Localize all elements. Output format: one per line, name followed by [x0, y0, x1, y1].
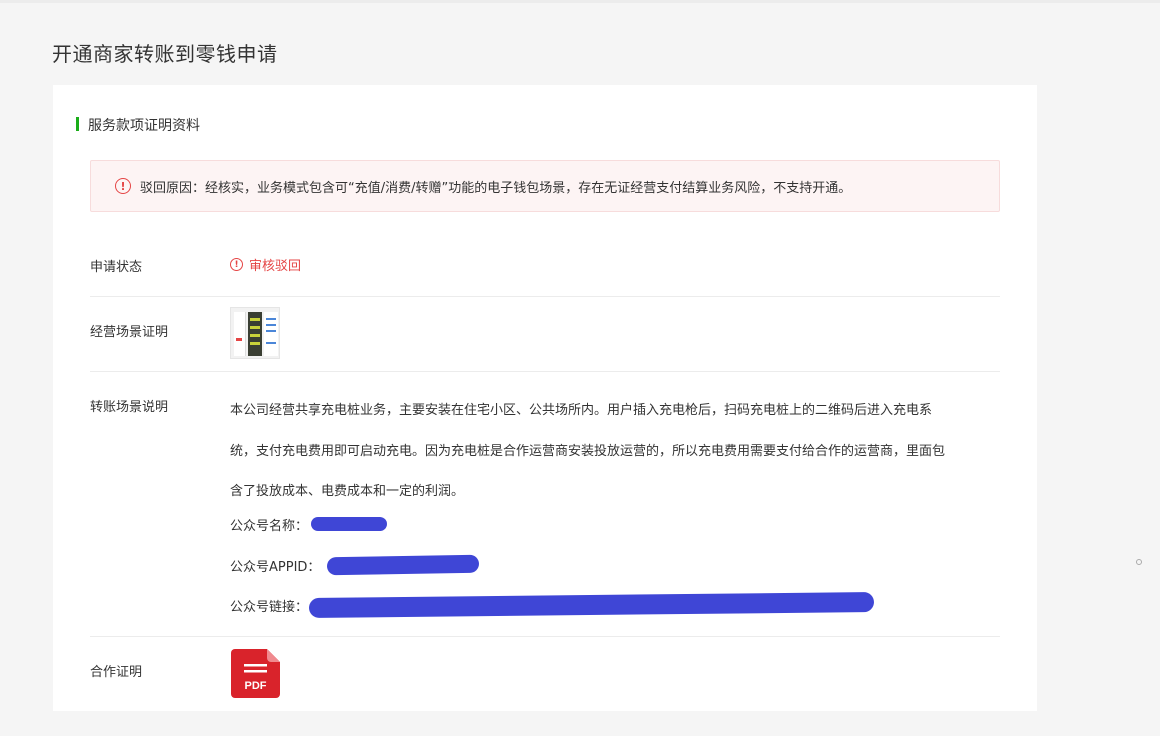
reject-alert: ! 驳回原因：经核实，业务模式包含可“充值/消费/转赠”功能的电子钱包场景，存在…	[90, 160, 1000, 212]
transfer-desc-label: 转账场景说明	[90, 400, 169, 415]
reject-reason-text: 驳回原因：经核实，业务模式包含可“充值/消费/转赠”功能的电子钱包场景，存在无证…	[140, 180, 852, 196]
status-value: 审核驳回	[249, 259, 302, 274]
pdf-label: PDF	[244, 680, 267, 692]
account-link-label: 公众号链接：	[230, 600, 309, 615]
redacted-appid	[326, 554, 480, 576]
proof-card: 服务款项证明资料 ! 驳回原因：经核实，业务模式包含可“充值/消费/转赠”功能的…	[53, 85, 1037, 711]
status-badge: ! 审核驳回	[230, 255, 301, 274]
redacted-link	[308, 592, 875, 618]
pdf-icon[interactable]: PDF	[231, 649, 280, 698]
warning-icon: !	[230, 258, 243, 271]
warning-icon: !	[115, 178, 131, 194]
description-line: 含了投放成本、电费成本和一定的利润。	[230, 484, 465, 499]
coop-proof-label: 合作证明	[90, 665, 143, 680]
page-title: 开通商家转账到零钱申请	[52, 42, 278, 66]
transfer-description: 本公司经营共享充电桩业务，主要安装在住宅小区、公共场所内。用户插入充电枪后，扫码…	[230, 391, 1005, 513]
description-line: 统，支付充电费用即可启动充电。因为充电桩是合作运营商安装投放运营的，所以充电费用…	[230, 443, 946, 459]
account-name-label: 公众号名称：	[230, 519, 309, 534]
row-divider	[90, 636, 1000, 637]
top-divider	[0, 0, 1160, 3]
description-line: 本公司经营共享充电桩业务，主要安装在住宅小区、公共场所内。用户插入充电枪后，扫码…	[230, 403, 933, 418]
scene-proof-thumbnail[interactable]	[230, 307, 280, 359]
account-appid-label: 公众号APPID：	[230, 560, 321, 575]
scroll-indicator-dot	[1136, 559, 1142, 565]
status-label: 申请状态	[90, 260, 143, 275]
redacted-account-name	[311, 517, 387, 531]
row-divider	[90, 296, 1000, 297]
row-divider	[90, 371, 1000, 372]
section-title: 服务款项证明资料	[76, 115, 200, 135]
scene-proof-label: 经营场景证明	[90, 325, 169, 340]
